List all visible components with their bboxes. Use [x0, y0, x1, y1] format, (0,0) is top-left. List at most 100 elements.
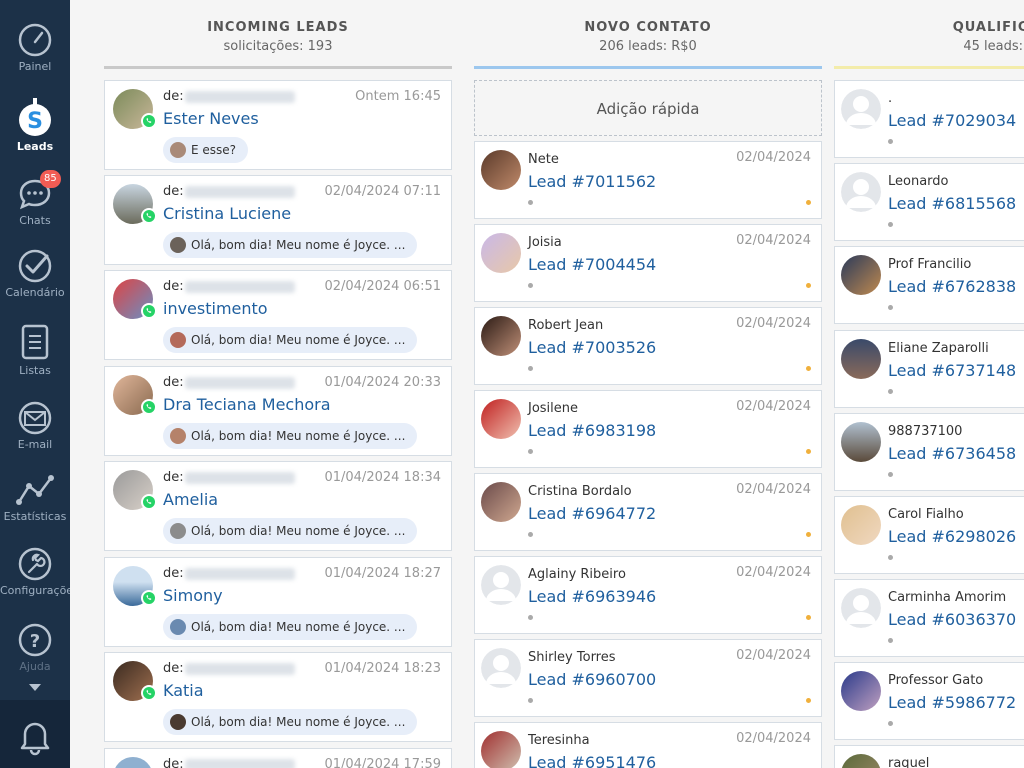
novo-bar [474, 66, 822, 69]
lead-link[interactable]: Lead #7003526 [528, 338, 656, 357]
lead-card[interactable]: Carol Fialho Lead #6298026 [834, 496, 1024, 574]
incoming-card[interactable]: de: 02/04/2024 07:11 Cristina Luciene Ol… [104, 175, 452, 265]
lead-card[interactable]: Josilene Lead #6983198 02/04/2024 [474, 390, 822, 468]
task-dot[interactable] [806, 366, 811, 371]
lead-card[interactable]: Teresinha Lead #6951476 02/04/2024 [474, 722, 822, 768]
nav-painel[interactable]: Painel [0, 22, 70, 73]
nav-leads[interactable]: S Leads [0, 98, 70, 153]
lead-link[interactable]: Lead #6815568 [888, 194, 1016, 213]
novo-title: NOVO CONTATO [584, 20, 712, 35]
message-preview[interactable]: Olá, bom dia! Meu nome é Joyce. ... [163, 518, 418, 544]
mini-avatar [170, 714, 186, 730]
task-dot[interactable] [806, 532, 811, 537]
task-dot[interactable] [806, 449, 811, 454]
lead-name-link[interactable]: Amelia [163, 490, 218, 509]
lead-card[interactable]: Professor Gato Lead #5986772 [834, 662, 1024, 740]
lead-name-link[interactable]: Dra Teciana Mechora [163, 395, 331, 414]
lead-link[interactable]: Lead #6983198 [528, 421, 656, 440]
contact-name: Shirley Torres [528, 650, 616, 665]
message-preview[interactable]: Olá, bom dia! Meu nome é Joyce. ... [163, 232, 418, 258]
novo-contato-column: NOVO CONTATO 206 leads: R$0 Adição rápid… [474, 0, 822, 768]
message-preview[interactable]: Olá, bom dia! Meu nome é Joyce. ... [163, 423, 418, 449]
lead-card[interactable]: Shirley Torres Lead #6960700 02/04/2024 [474, 639, 822, 717]
qualificado-subtitle: 45 leads: R$0 [963, 39, 1024, 54]
incoming-leads-column: INCOMING LEADS solicitações: 193 de: Ont… [104, 0, 452, 768]
quick-add-button[interactable]: Adição rápida [474, 80, 822, 136]
mini-avatar [170, 523, 186, 539]
lead-link[interactable]: Lead #6298026 [888, 527, 1016, 546]
lead-link[interactable]: Lead #6963946 [528, 587, 656, 606]
message-preview[interactable]: Olá, bom dia! Meu nome é Joyce. ... [163, 709, 418, 735]
lead-name-link[interactable]: Cristina Luciene [163, 204, 291, 223]
lead-link[interactable]: Lead #6762838 [888, 277, 1016, 296]
bell-icon[interactable] [17, 716, 53, 756]
card-date: 02/04/2024 [736, 482, 811, 497]
dashboard-gauge-icon [18, 23, 52, 57]
lead-name-link[interactable]: investimento [163, 299, 268, 318]
status-dot [528, 200, 533, 205]
message-text: Olá, bom dia! Meu nome é Joyce. ... [191, 524, 406, 538]
from-label: de: [163, 566, 184, 581]
incoming-card[interactable]: de: 01/04/2024 18:23 Katia Olá, bom dia!… [104, 652, 452, 742]
lead-card[interactable]: . Lead #7029034 [834, 80, 1024, 158]
lead-card[interactable]: 988737100 Lead #6736458 [834, 413, 1024, 491]
stats-line-icon [16, 475, 54, 505]
contact-name: Cristina Bordalo [528, 484, 632, 499]
lead-link[interactable]: Lead #6736458 [888, 444, 1016, 463]
lead-link[interactable]: Lead #7004454 [528, 255, 656, 274]
lead-card[interactable]: Aglainy Ribeiro Lead #6963946 02/04/2024 [474, 556, 822, 634]
lead-card[interactable]: Leonardo Lead #6815568 [834, 163, 1024, 241]
chevron-down-icon[interactable] [29, 684, 41, 692]
task-dot[interactable] [806, 698, 811, 703]
contact-name: 988737100 [888, 424, 963, 439]
task-dot[interactable] [806, 615, 811, 620]
lead-card[interactable]: Robert Jean Lead #7003526 02/04/2024 [474, 307, 822, 385]
nav-calendario[interactable]: Calendário [0, 248, 70, 299]
incoming-card[interactable]: de: 01/04/2024 18:27 Simony Olá, bom dia… [104, 557, 452, 647]
lead-link[interactable]: Lead #6036370 [888, 610, 1016, 629]
card-date: 02/04/2024 07:11 [324, 184, 441, 199]
nav-configuracoes[interactable]: Configurações [0, 546, 70, 597]
lead-link[interactable]: Lead #7011562 [528, 172, 656, 191]
lead-link[interactable]: Lead #6951476 [528, 753, 656, 768]
nav-chats[interactable]: 85 Chats [0, 170, 70, 227]
lead-name-link[interactable]: Ester Neves [163, 109, 259, 128]
incoming-title: INCOMING LEADS [207, 20, 349, 35]
lead-card[interactable]: raquel [834, 745, 1024, 768]
lead-name-link[interactable]: Simony [163, 586, 223, 605]
incoming-card[interactable]: de: 01/04/2024 18:34 Amelia Olá, bom dia… [104, 461, 452, 551]
qualificado-column: QUALIFICADO 45 leads: R$0 . Lead #702903… [834, 0, 1024, 768]
phone-blurred [185, 377, 295, 389]
lead-link[interactable]: Lead #5986772 [888, 693, 1016, 712]
task-dot[interactable] [806, 283, 811, 288]
nav-listas[interactable]: Listas [0, 322, 70, 377]
message-preview[interactable]: E esse? [163, 137, 249, 163]
from-label: de: [163, 184, 184, 199]
mini-avatar [170, 619, 186, 635]
lead-card[interactable]: Eliane Zaparolli Lead #6737148 [834, 330, 1024, 408]
incoming-card[interactable]: de: 02/04/2024 06:51 investimento Olá, b… [104, 270, 452, 360]
lead-card[interactable]: Joisia Lead #7004454 02/04/2024 [474, 224, 822, 302]
message-preview[interactable]: Olá, bom dia! Meu nome é Joyce. ... [163, 327, 418, 353]
incoming-card[interactable]: de: 01/04/2024 20:33 Dra Teciana Mechora… [104, 366, 452, 456]
lead-name-link[interactable]: Katia [163, 681, 204, 700]
from-label: de: [163, 375, 184, 390]
lead-link[interactable]: Lead #7029034 [888, 111, 1016, 130]
card-date: 01/04/2024 18:34 [324, 470, 441, 485]
lead-card[interactable]: Cristina Bordalo Lead #6964772 02/04/202… [474, 473, 822, 551]
nav-estatisticas[interactable]: Estatísticas [0, 472, 70, 523]
message-preview[interactable]: Olá, bom dia! Meu nome é Joyce. ... [163, 614, 418, 640]
lead-link[interactable]: Lead #6737148 [888, 361, 1016, 380]
task-dot[interactable] [806, 200, 811, 205]
phone-blurred [185, 281, 295, 293]
lead-link[interactable]: Lead #6964772 [528, 504, 656, 523]
mini-avatar [170, 237, 186, 253]
lead-card[interactable]: Carminha Amorim Lead #6036370 [834, 579, 1024, 657]
lead-card[interactable]: Nete Lead #7011562 02/04/2024 [474, 141, 822, 219]
lead-card[interactable]: Prof Francilio Lead #6762838 [834, 246, 1024, 324]
lead-link[interactable]: Lead #6960700 [528, 670, 656, 689]
incoming-card[interactable]: de: Ontem 16:45 Ester Neves E esse? [104, 80, 452, 170]
nav-ajuda[interactable]: ? Ajuda [0, 622, 70, 673]
incoming-card[interactable]: de: 01/04/2024 17:59 [104, 748, 452, 768]
nav-email[interactable]: E-mail [0, 400, 70, 451]
